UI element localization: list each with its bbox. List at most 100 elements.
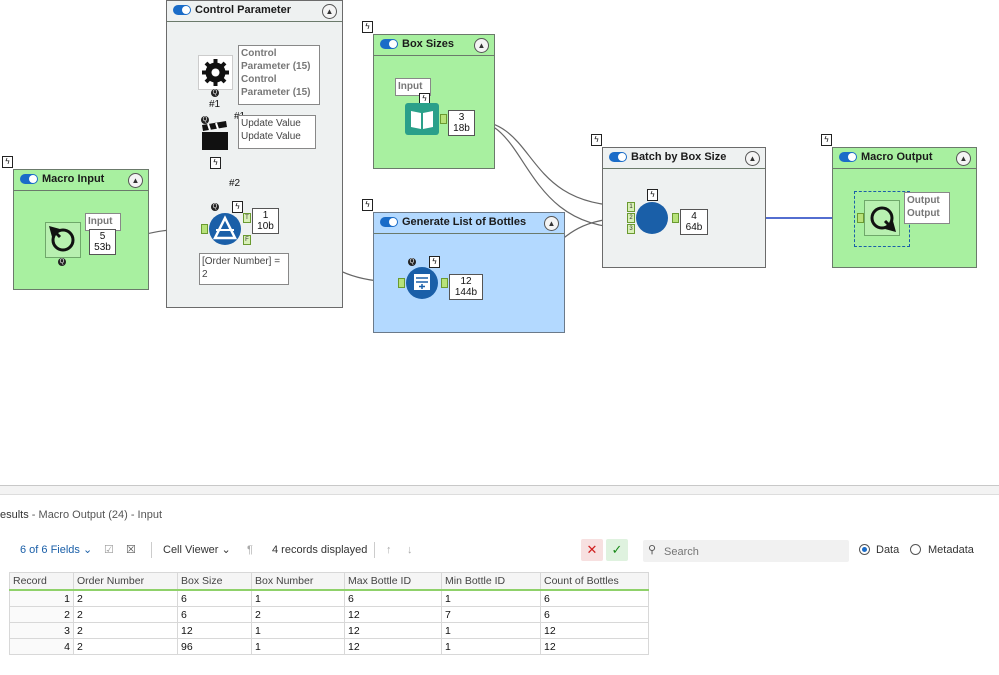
column-header[interactable]: Max Bottle ID [344,572,442,591]
table-cell[interactable]: 1 [441,589,541,607]
generate-rows-tool[interactable] [405,266,439,300]
table-cell[interactable]: 6 [177,606,252,623]
filter-input-anchor[interactable] [201,224,208,234]
text-input-tool[interactable] [405,103,439,135]
batch-macro-tool[interactable] [635,201,669,235]
search-input[interactable] [662,543,846,561]
collapse-button[interactable]: ▲ [956,151,971,166]
batch-record-badge: 4 64b [680,209,708,235]
collapse-button[interactable]: ▲ [322,4,337,19]
record-size: 144b [454,287,478,298]
container-title: Box Sizes [402,38,454,50]
table-cell[interactable]: 12 [540,622,649,639]
collapse-button[interactable]: ▲ [745,151,760,166]
edit-icon[interactable]: ☑ [104,537,114,563]
table-cell[interactable]: 2 [251,606,345,623]
record-size: 64b [685,222,703,233]
container-toggle[interactable] [839,152,857,162]
table-cell[interactable]: 1 [441,638,541,655]
output-anchor[interactable] [441,278,448,288]
config-icon: Q [211,203,219,211]
table-cell[interactable]: 3 [9,622,74,639]
action-tool[interactable] [200,120,230,152]
control-parameter-tool[interactable] [198,55,233,90]
table-cell[interactable]: 1 [441,622,541,639]
container-header: Control Parameter ▲ [167,1,342,22]
container-box-sizes[interactable]: Box Sizes ▲ [373,34,495,169]
pilcrow-icon[interactable]: ¶ [247,537,253,563]
table-cell[interactable]: 6 [540,589,649,607]
table-cell[interactable]: 1 [251,622,345,639]
collapse-button[interactable]: ▲ [474,38,489,53]
collapse-button[interactable]: ▲ [128,173,143,188]
table-cell[interactable]: 2 [73,589,178,607]
data-radio[interactable] [859,544,870,555]
table-row[interactable]: 3 2 12 1 12 1 12 [9,622,649,639]
container-toggle[interactable] [380,39,398,49]
batch-input-2-anchor[interactable]: 2 [627,213,635,223]
table-cell[interactable]: 2 [73,638,178,655]
arrow-down-icon[interactable]: ↓ [407,537,413,563]
batch-input-1-anchor[interactable]: 1 [627,202,635,212]
results-title-suffix: - Macro Output (24) - Input [28,509,163,521]
table-cell[interactable]: 6 [344,589,442,607]
filter-icon [209,213,241,245]
column-header[interactable]: Box Size [177,572,252,591]
input-anchor[interactable] [857,213,864,223]
container-toggle[interactable] [609,152,627,162]
filter-true-anchor[interactable]: T [243,213,251,223]
metadata-radio[interactable] [910,544,921,555]
container-generate-list[interactable]: Generate List of Bottles ▲ [373,212,565,333]
workflow-canvas[interactable]: Control Parameter ▲ Q Control Parameter … [0,0,999,485]
table-cell[interactable]: 1 [9,589,74,607]
container-toggle[interactable] [380,217,398,227]
output-anchor[interactable] [672,213,679,223]
column-header[interactable]: Record [9,572,74,591]
table-row[interactable]: 1 2 6 1 6 1 6 [9,589,649,607]
apply-button[interactable]: ✓ [606,539,628,561]
table-cell[interactable]: 4 [9,638,74,655]
table-cell[interactable]: 2 [73,622,178,639]
arrow-up-icon[interactable]: ↑ [386,537,392,563]
table-cell[interactable]: 1 [251,589,345,607]
container-title: Control Parameter [195,4,291,16]
column-header[interactable]: Order Number [73,572,178,591]
generate-record-badge: 12 144b [449,274,483,300]
table-cell[interactable]: 12 [344,638,442,655]
table-cell[interactable]: 6 [177,589,252,607]
clear-icon[interactable]: ☒ [126,537,136,563]
fields-label: 6 of 6 Fields [20,544,80,556]
book-icon [411,111,433,129]
table-cell[interactable]: 1 [251,638,345,655]
table-cell[interactable]: 12 [177,622,252,639]
pane-resize-handle[interactable] [0,486,999,495]
table-cell[interactable]: 6 [540,606,649,623]
table-cell[interactable]: 96 [177,638,252,655]
cell-viewer-selector[interactable]: Cell Viewer ⌄ [163,537,231,563]
macro-input-tool[interactable] [45,222,81,258]
filter-tool[interactable] [208,212,242,246]
table-cell[interactable]: 7 [441,606,541,623]
table-cell[interactable]: 12 [344,606,442,623]
column-header[interactable]: Min Bottle ID [441,572,541,591]
fields-selector[interactable]: 6 of 6 Fields ⌄ [20,537,92,563]
filter-false-anchor[interactable]: F [243,235,251,245]
output-anchor[interactable] [440,114,447,124]
container-header: Batch by Box Size ▲ [603,148,765,169]
container-macro-input[interactable]: Macro Input ▲ [13,169,149,290]
table-cell[interactable]: 2 [9,606,74,623]
input-anchor[interactable] [398,278,405,288]
cancel-button[interactable]: ✕ [581,539,603,561]
container-toggle[interactable] [173,5,191,15]
table-cell[interactable]: 12 [540,638,649,655]
batch-input-3-anchor[interactable]: 3 [627,224,635,234]
column-header[interactable]: Box Number [251,572,345,591]
column-header[interactable]: Count of Bottles [540,572,649,591]
table-cell[interactable]: 2 [73,606,178,623]
collapse-button[interactable]: ▲ [544,216,559,231]
table-row[interactable]: 2 2 6 2 12 7 6 [9,606,649,623]
container-toggle[interactable] [20,174,38,184]
table-row[interactable]: 4 2 96 1 12 1 12 [9,638,649,655]
search-box[interactable]: ⚲ [643,540,849,562]
table-cell[interactable]: 12 [344,622,442,639]
